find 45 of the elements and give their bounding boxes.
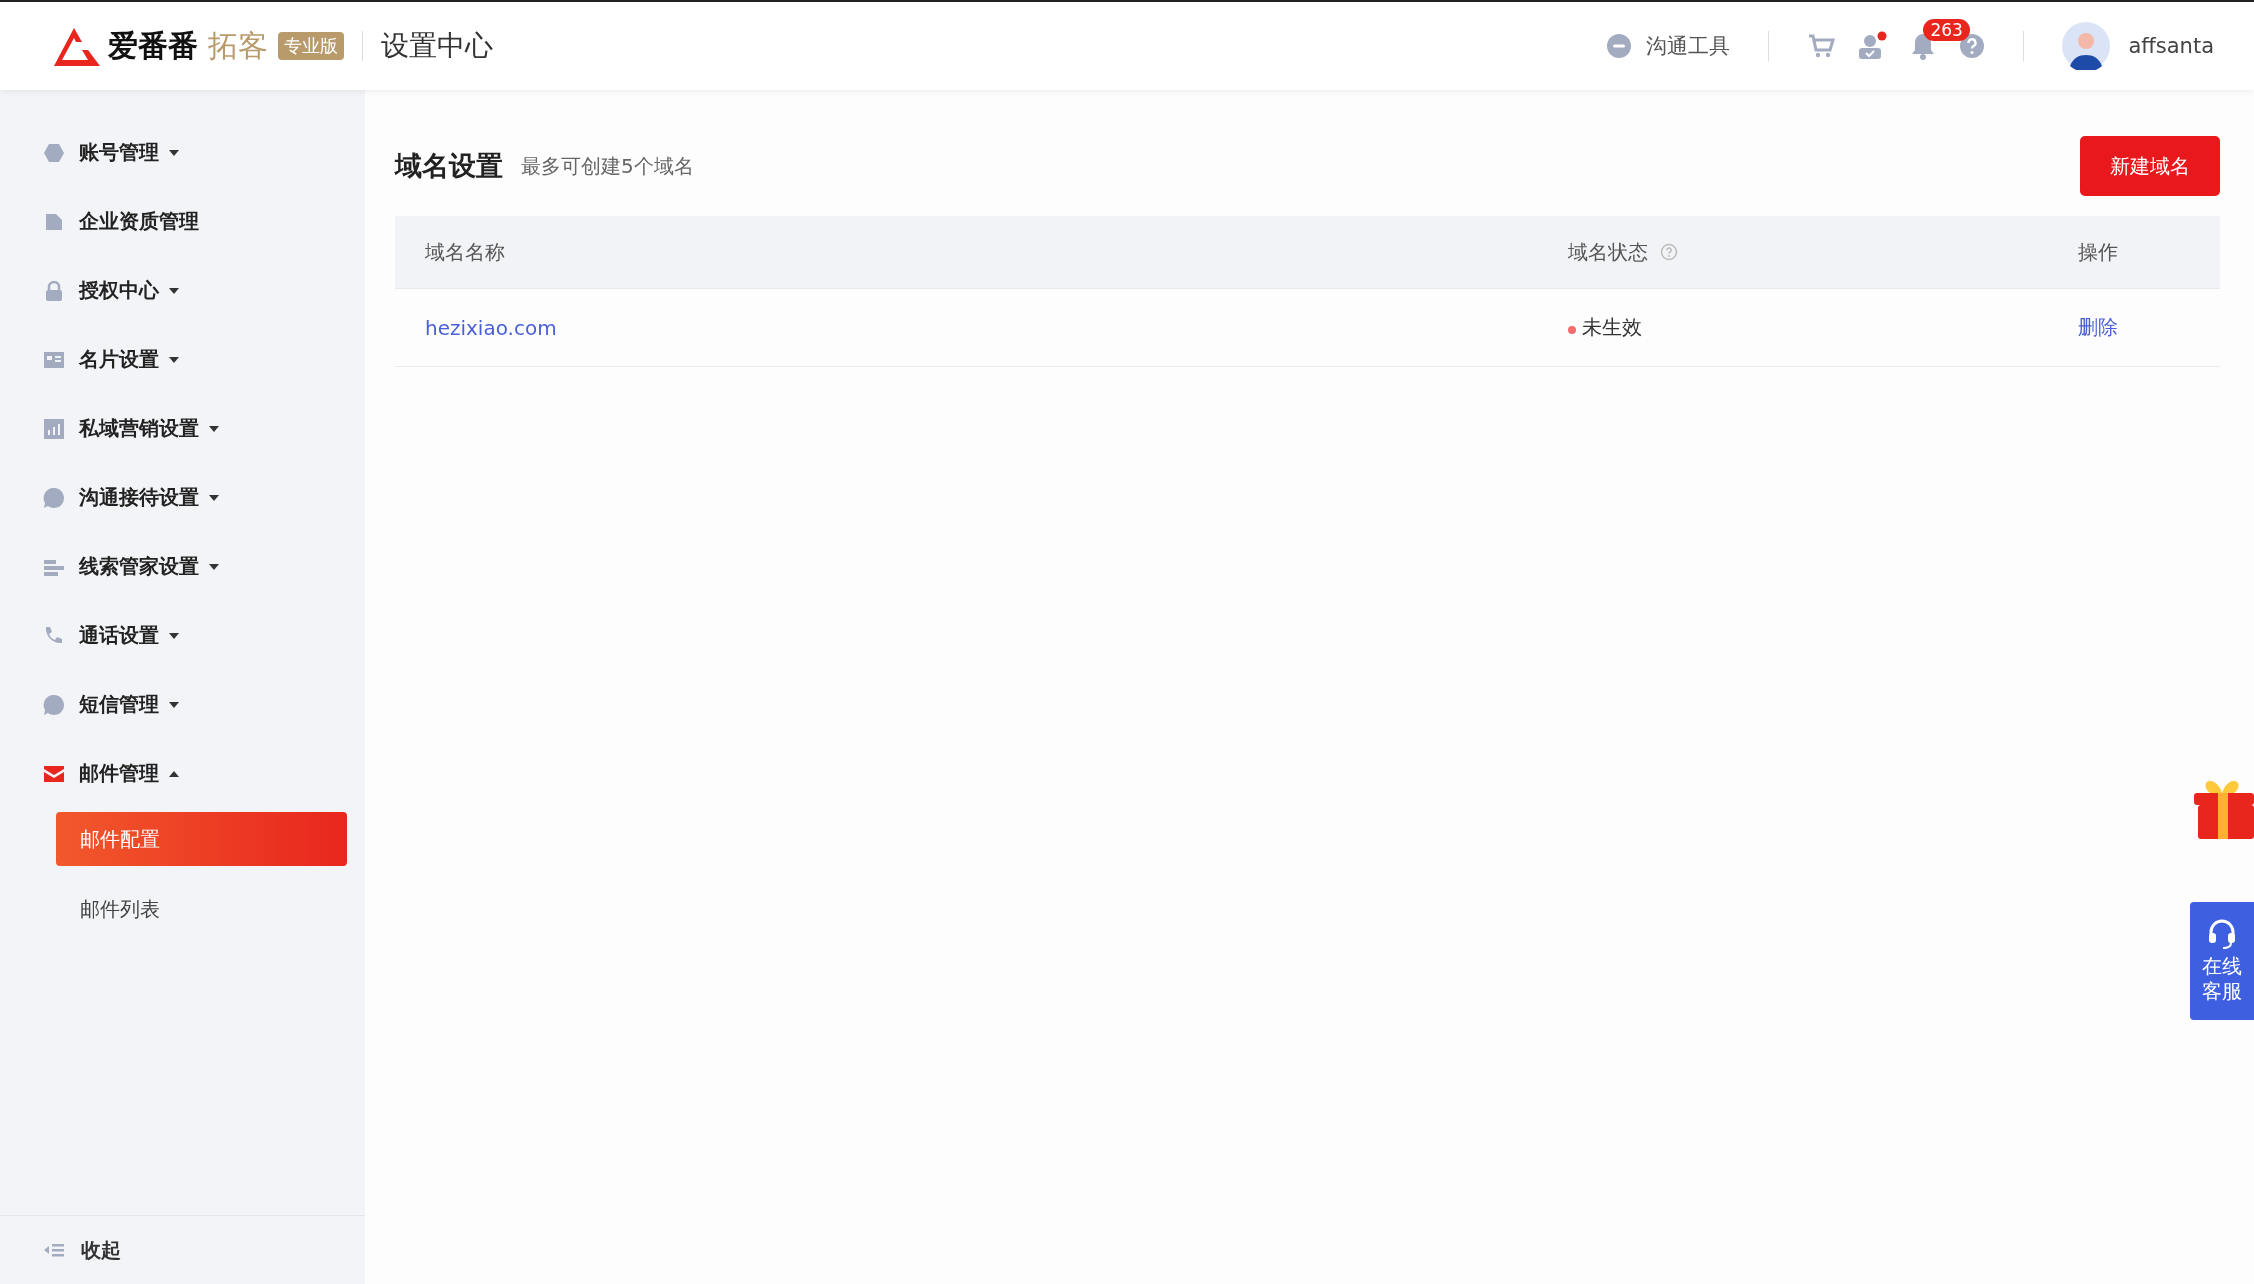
delete-link[interactable]: 删除 [2078, 314, 2118, 341]
sidebar-item[interactable]: 通话设置 [0, 601, 365, 670]
page-title: 域名设置 [395, 149, 503, 183]
communication-tools-link[interactable]: 沟通工具 [1606, 32, 1731, 60]
section-title: 设置中心 [381, 28, 493, 64]
sidebar-item[interactable]: 沟通接待设置 [0, 463, 365, 532]
new-domain-button[interactable]: 新建域名 [2080, 136, 2220, 196]
cart-icon[interactable] [1807, 32, 1836, 60]
submenu-item[interactable]: 邮件配置 [56, 812, 347, 866]
caret-icon [169, 356, 179, 363]
status-text: 未生效 [1582, 314, 1642, 341]
brand-name: 爱番番 [108, 26, 198, 65]
avatar-icon[interactable] [2062, 22, 2111, 70]
caret-icon [209, 494, 219, 501]
sidebar-item[interactable]: 账号管理 [0, 118, 365, 187]
sidebar-item[interactable]: 名片设置 [0, 325, 365, 394]
edition-badge: 专业版 [278, 32, 344, 60]
user-icon[interactable] [1857, 31, 1888, 61]
column-header: 域名状态 [1568, 238, 1648, 266]
sidebar-item[interactable]: 短信管理 [0, 670, 365, 739]
sidebar-item[interactable]: 私域营销设置 [0, 394, 365, 463]
sidebar-item[interactable]: 邮件管理 [0, 739, 365, 808]
caret-icon [169, 701, 179, 708]
collapse-button[interactable]: 收起 [0, 1215, 365, 1284]
column-header: 域名名称 [425, 238, 505, 266]
page-subtitle: 最多可创建5个域名 [521, 152, 694, 180]
caret-icon [209, 425, 219, 432]
caret-icon [169, 770, 179, 777]
sidebar-item[interactable]: 线索管家设置 [0, 532, 365, 601]
caret-icon [169, 632, 179, 639]
chat-icon [1606, 33, 1633, 59]
sidebar-item[interactable]: 授权中心 [0, 256, 365, 325]
headset-icon [2207, 918, 2237, 950]
username[interactable]: affsanta [2128, 34, 2214, 58]
caret-icon [169, 149, 179, 156]
collapse-icon [43, 1242, 65, 1258]
column-header: 操作 [2078, 238, 2118, 266]
caret-icon [169, 287, 179, 294]
submenu-item[interactable]: 邮件列表 [56, 882, 347, 936]
online-service-button[interactable]: 在线客服 [2190, 902, 2254, 1020]
product-name: 拓客 [208, 26, 268, 65]
domain-link[interactable]: hezixiao.com [425, 315, 557, 340]
sidebar-item[interactable]: 企业资质管理 [0, 187, 365, 256]
notification-count: 263 [1923, 19, 1970, 41]
caret-icon [209, 563, 219, 570]
